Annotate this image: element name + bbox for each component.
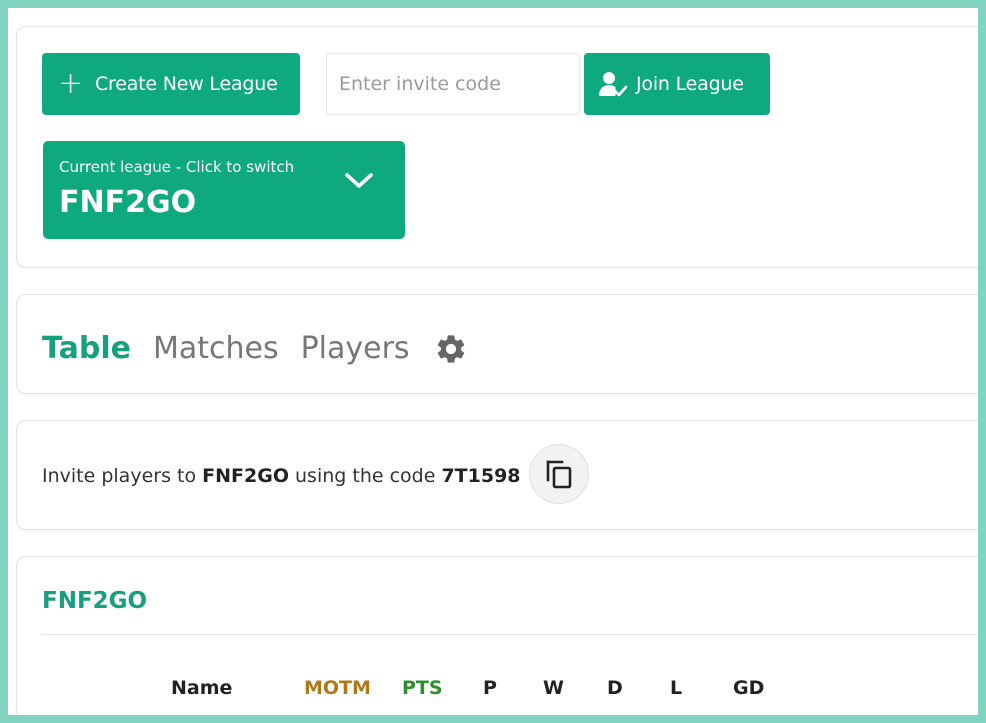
user-check-icon <box>598 70 628 98</box>
standings-card: FNF2GO Name MOTM PTS P W D L GD <box>16 556 978 715</box>
create-league-label: Create New League <box>94 73 278 95</box>
league-switcher-hint: Current league - Click to switch <box>59 158 295 176</box>
standings-title: FNF2GO <box>42 588 148 614</box>
invite-code-input[interactable] <box>326 53 580 115</box>
join-league-label: Join League <box>636 73 744 95</box>
invite-code: 7T1598 <box>441 465 521 487</box>
plus-icon: + <box>58 66 83 101</box>
divider <box>41 634 978 635</box>
copy-icon <box>544 458 574 490</box>
tabs-card: Table Matches Players <box>16 294 978 394</box>
invite-prefix: Invite players to <box>42 465 203 487</box>
column-header-l[interactable]: L <box>670 677 682 699</box>
column-header-p[interactable]: P <box>483 677 497 699</box>
copy-code-button[interactable] <box>529 444 589 504</box>
column-header-w[interactable]: W <box>543 677 564 699</box>
invite-middle: using the code <box>288 465 442 487</box>
column-header-motm[interactable]: MOTM <box>304 677 371 699</box>
column-header-name[interactable]: Name <box>171 677 232 699</box>
league-controls-card: + Create New League Join League Current … <box>16 26 978 268</box>
join-league-button[interactable]: Join League <box>584 53 770 115</box>
invite-league-name: FNF2GO <box>202 465 289 487</box>
app-frame: + Create New League Join League Current … <box>8 8 978 715</box>
gear-icon[interactable] <box>434 332 468 366</box>
current-league-name: FNF2GO <box>59 185 197 220</box>
column-header-d[interactable]: D <box>607 677 623 699</box>
chevron-down-icon <box>343 171 375 195</box>
column-header-gd[interactable]: GD <box>733 677 764 699</box>
tab-players[interactable]: Players <box>301 331 410 366</box>
invite-card: Invite players to FNF2GO using the code … <box>16 420 978 530</box>
invite-message: Invite players to FNF2GO using the code … <box>42 465 521 487</box>
column-header-pts[interactable]: PTS <box>402 677 443 699</box>
league-switcher[interactable]: Current league - Click to switch FNF2GO <box>43 141 405 239</box>
create-league-button[interactable]: + Create New League <box>42 53 300 115</box>
tab-bar: Table Matches Players <box>42 331 468 366</box>
tab-table[interactable]: Table <box>42 331 131 366</box>
tab-matches[interactable]: Matches <box>153 331 279 366</box>
